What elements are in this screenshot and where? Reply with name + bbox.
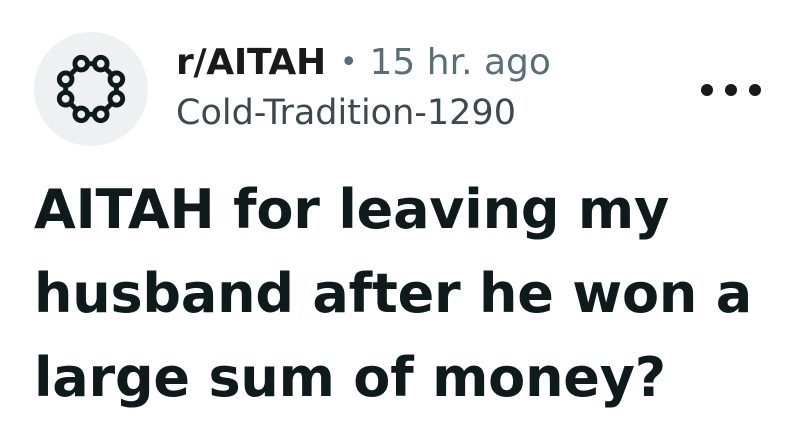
more-options-icon — [725, 84, 737, 96]
post-title[interactable]: AITAH for leaving my husband after he wo… — [34, 168, 774, 420]
subreddit-community-icon — [56, 54, 126, 124]
subreddit-link[interactable]: r/AITAH — [176, 45, 326, 81]
post-meta: r/AITAH • 15 hr. ago — [176, 36, 551, 90]
more-options-icon — [749, 84, 761, 96]
subreddit-avatar[interactable] — [34, 32, 148, 146]
more-options-icon — [701, 84, 713, 96]
post-card: r/AITAH • 15 hr. ago Cold-Tradition-1290… — [0, 0, 800, 438]
author-link[interactable]: Cold-Tradition-1290 — [176, 96, 516, 131]
meta-separator: • — [339, 45, 358, 80]
more-options-button[interactable] — [701, 76, 761, 104]
post-timestamp: 15 hr. ago — [369, 42, 551, 83]
